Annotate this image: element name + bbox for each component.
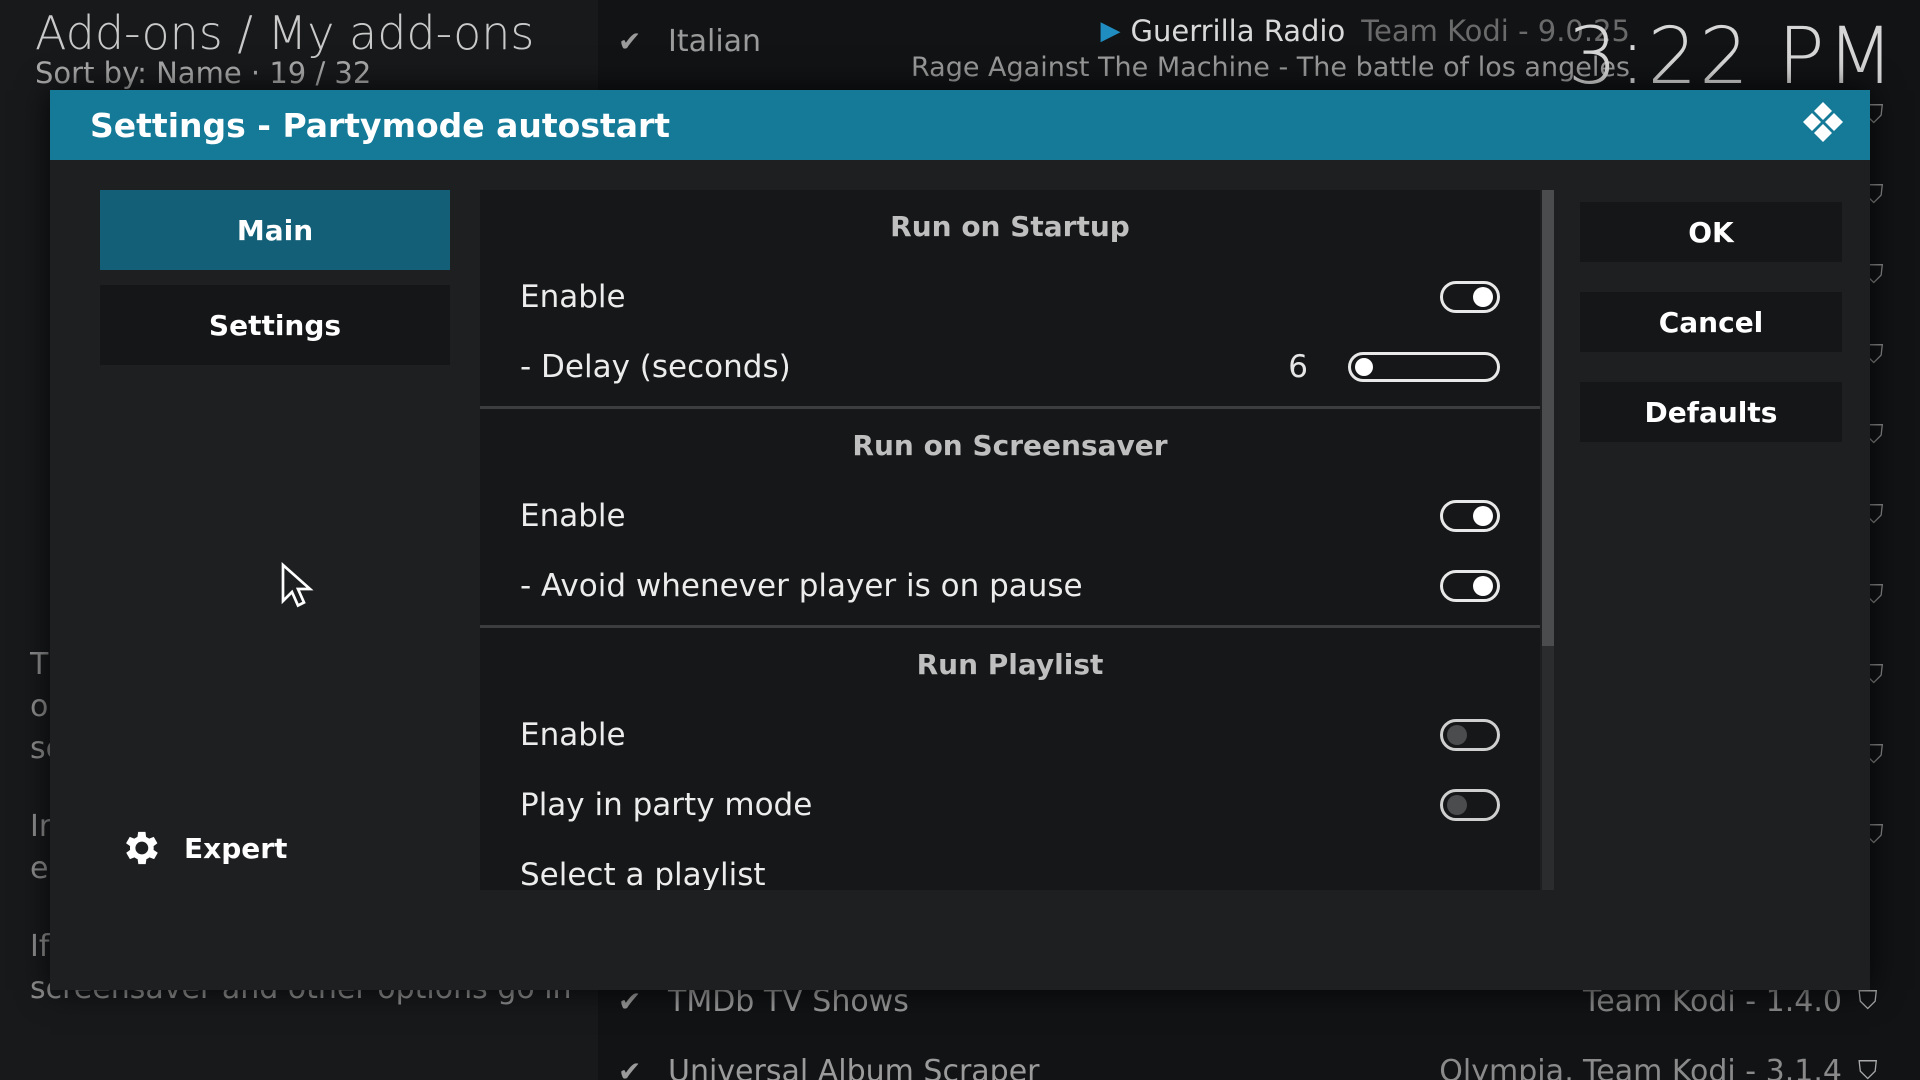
mouse-cursor-icon [281,562,314,608]
settings-list: Run on Startup Enable - Delay (seconds) … [480,190,1540,890]
kodi-logo-icon [1803,102,1843,142]
dialog-actions: OK Cancel Defaults [1580,202,1842,472]
setting-label: Enable [520,717,626,753]
setting-label: - Delay (seconds) [520,349,791,385]
settings-dialog: Settings - Partymode autostart Main Sett… [50,90,1870,990]
setting-startup-delay[interactable]: - Delay (seconds) 6 [480,332,1540,402]
shield-icon: ⛉ [1858,1055,1878,1080]
list-item[interactable]: ✔ Universal Album Scraper Olympia, Team … [618,1046,1888,1080]
item-count: 19 / 32 [269,56,372,90]
playlist-enable-toggle[interactable] [1440,719,1500,751]
sort-label: Sort by: Name [35,56,242,90]
setting-playlist-enable[interactable]: Enable [480,700,1540,770]
section-title-screensaver: Run on Screensaver [852,428,1168,462]
avoid-pause-toggle[interactable] [1440,570,1500,602]
sort-status: Sort by: Name · 19 / 32 [35,56,371,90]
party-mode-toggle[interactable] [1440,789,1500,821]
addon-meta: Olympia, Team Kodi - 3.1.4 [1439,1053,1842,1080]
nav-item-main[interactable]: Main [100,190,450,270]
dialog-header: Settings - Partymode autostart [50,90,1870,160]
setting-select-playlist[interactable]: Select a playlist [480,840,1540,890]
check-icon: ✔ [618,1054,642,1080]
nav-item-settings[interactable]: Settings [100,285,450,365]
setting-label: Enable [520,279,626,315]
delay-slider[interactable] [1348,352,1500,382]
now-playing-artist: Rage Against The Machine - The battle of… [911,52,1630,83]
page-title: Add-ons / My add-ons [35,6,535,60]
setting-party-mode[interactable]: Play in party mode [480,770,1540,840]
settings-scrollbar[interactable] [1542,190,1554,890]
section-title-playlist: Run Playlist [916,647,1104,681]
play-icon: ▶ [1100,16,1121,46]
ok-button[interactable]: OK [1580,202,1842,262]
setting-label: Enable [520,498,626,534]
scrollbar-thumb[interactable] [1542,190,1554,646]
setting-screensaver-enable[interactable]: Enable [480,481,1540,551]
shield-icon: ⛉ [1858,985,1878,1016]
now-playing: ▶ Guerrilla Radio Team Kodi - 9.0.25 Rag… [911,14,1630,83]
setting-startup-enable[interactable]: Enable [480,262,1540,332]
sort-separator: · [250,56,270,90]
setting-label: Play in party mode [520,787,813,823]
now-playing-title: Guerrilla Radio [1130,14,1346,48]
cancel-button[interactable]: Cancel [1580,292,1842,352]
setting-label: - Avoid whenever player is on pause [520,568,1083,604]
settings-level-button[interactable]: Expert [118,826,287,870]
gear-icon [126,831,158,865]
dialog-title: Settings - Partymode autostart [90,105,671,145]
addon-name: Universal Album Scraper [668,1053,1040,1080]
delay-value: 6 [1288,349,1308,385]
check-icon: ✔ [618,24,642,58]
setting-label: Select a playlist [520,857,766,890]
startup-enable-toggle[interactable] [1440,281,1500,313]
screensaver-enable-toggle[interactable] [1440,500,1500,532]
clock: 3:22 PM [1567,12,1896,102]
defaults-button[interactable]: Defaults [1580,382,1842,442]
section-title-startup: Run on Startup [890,209,1130,243]
setting-screensaver-avoid-pause[interactable]: - Avoid whenever player is on pause [480,551,1540,621]
category-nav: Main Settings [100,190,450,380]
expert-label: Expert [184,831,288,865]
